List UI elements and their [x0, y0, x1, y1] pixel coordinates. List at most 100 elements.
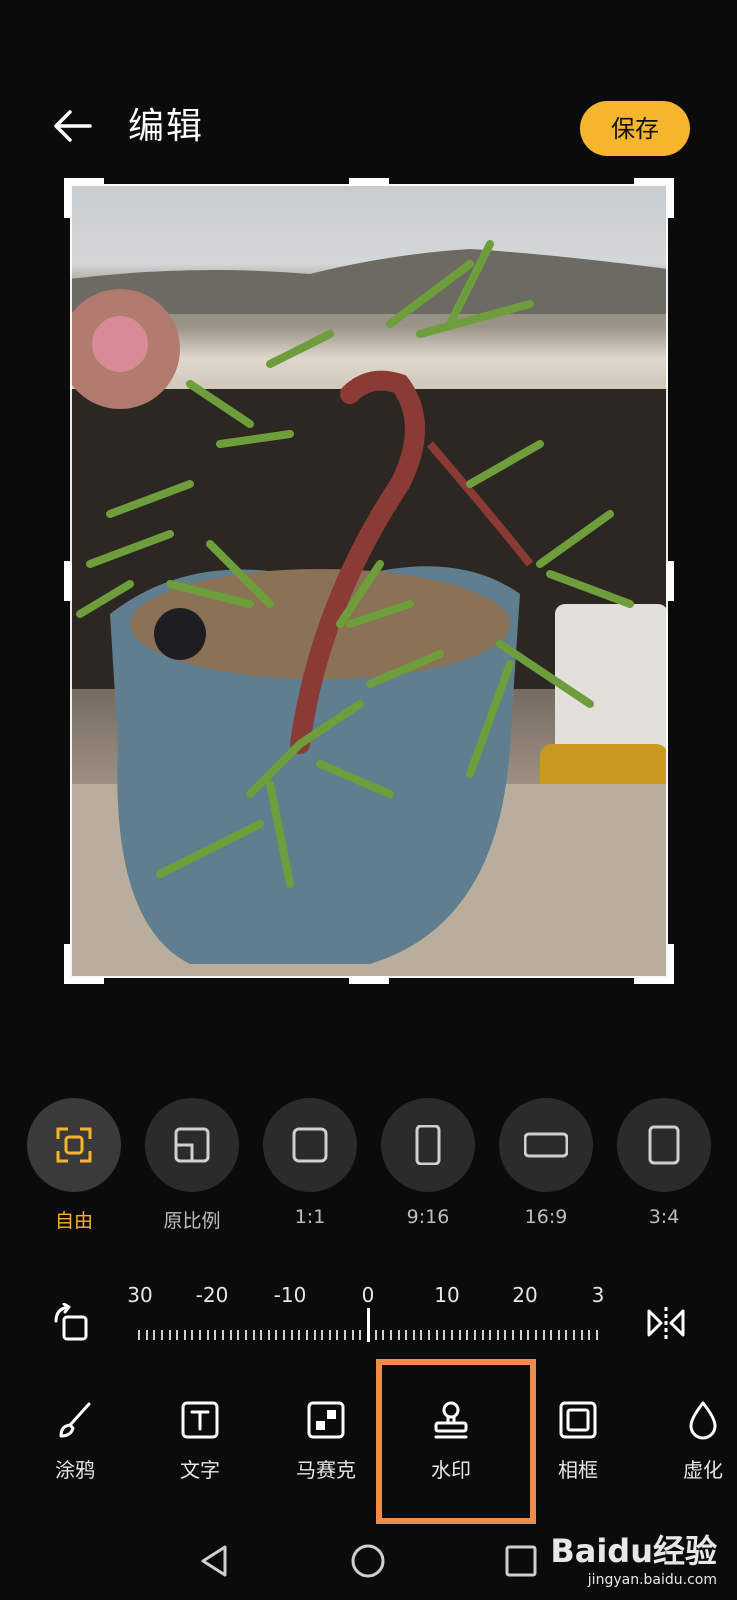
ruler-tick [145, 1330, 148, 1340]
ratio-original-button[interactable] [145, 1098, 239, 1192]
ratio-1-1[interactable]: 1:1 [263, 1098, 357, 1228]
ruler-tick [489, 1330, 492, 1340]
ruler-tick [305, 1330, 308, 1340]
ratio-free[interactable]: 自由 [27, 1098, 121, 1233]
three-four-ratio-icon [648, 1125, 680, 1165]
watermark-url: jingyan.baidu.com [587, 1572, 717, 1588]
ruler-tick [565, 1330, 568, 1340]
ruler-tick [244, 1330, 247, 1340]
ruler-tick [519, 1330, 522, 1340]
nav-back-icon[interactable] [195, 1541, 235, 1581]
ruler-label: 3 [591, 1283, 605, 1307]
nav-home-icon[interactable] [348, 1541, 388, 1581]
ruler-tick [283, 1330, 286, 1340]
save-button[interactable]: 保存 [580, 101, 690, 156]
frame-icon [559, 1401, 597, 1439]
flip-icon[interactable] [646, 1305, 686, 1341]
ruler-tick [138, 1330, 140, 1340]
brush-icon [59, 1402, 91, 1438]
ruler-tick [336, 1330, 339, 1340]
crop-handle-top-right[interactable] [634, 178, 674, 218]
page-title: 编辑 [128, 106, 205, 147]
ruler-tick [443, 1330, 446, 1340]
ruler-tick [557, 1330, 560, 1340]
ruler-tick [359, 1330, 362, 1340]
tool-blur-label: 虚化 [683, 1458, 723, 1482]
crop-handle-top[interactable] [349, 178, 389, 186]
square-ratio-icon [292, 1127, 328, 1163]
ruler-tick [374, 1330, 377, 1340]
portrait-ratio-icon [415, 1125, 441, 1165]
ruler-tick [321, 1330, 324, 1340]
ruler-tick [160, 1330, 163, 1340]
ratio-16-9-button[interactable] [499, 1098, 593, 1192]
tool-mosaic-label: 马赛克 [296, 1458, 356, 1482]
ratio-3-4[interactable]: 3:4 [617, 1098, 711, 1228]
ruler-tick [496, 1330, 499, 1340]
ruler-tick [344, 1330, 347, 1340]
ratio-9-16-label: 9:16 [406, 1206, 450, 1228]
ruler-tick [397, 1330, 400, 1340]
ruler-tick [298, 1330, 301, 1340]
ruler-tick [542, 1330, 545, 1340]
crop-handle-top-left[interactable] [64, 178, 104, 218]
ruler-tick [382, 1330, 385, 1340]
ruler-label: 20 [512, 1283, 538, 1307]
ruler-tick [458, 1330, 461, 1340]
ruler-tick [168, 1330, 171, 1340]
crop-handle-bottom-left[interactable] [64, 944, 104, 984]
tool-text-label: 文字 [180, 1458, 220, 1482]
ratio-original[interactable]: 原比例 [145, 1098, 239, 1233]
ratio-3-4-button[interactable] [617, 1098, 711, 1192]
ruler-tick [153, 1330, 156, 1340]
landscape-ratio-icon [524, 1132, 568, 1158]
ratio-1-1-button[interactable] [263, 1098, 357, 1192]
text-icon [181, 1401, 219, 1439]
tool-frame[interactable]: 相框 [533, 1400, 623, 1483]
ruler-tick [420, 1330, 423, 1340]
ruler-tick [534, 1330, 537, 1340]
tool-doodle-label: 涂鸦 [55, 1458, 95, 1482]
ruler-tick [328, 1330, 331, 1340]
ruler-label: 0 [361, 1283, 375, 1307]
tool-mosaic[interactable]: 马赛克 [281, 1400, 371, 1483]
mosaic-icon [307, 1401, 345, 1439]
ratio-3-4-label: 3:4 [648, 1206, 680, 1228]
ruler-tick [351, 1330, 354, 1340]
crop-handle-left[interactable] [64, 561, 72, 601]
crop-handle-right[interactable] [666, 561, 674, 601]
ruler-tick [550, 1330, 553, 1340]
rotation-indicator[interactable] [367, 1308, 370, 1342]
crop-handle-bottom-right[interactable] [634, 944, 674, 984]
ratio-free-button[interactable] [27, 1098, 121, 1192]
ratio-16-9-label: 16:9 [524, 1206, 568, 1228]
ruler-tick [221, 1330, 224, 1340]
crop-handle-bottom[interactable] [349, 976, 389, 984]
rotate-icon[interactable] [52, 1303, 92, 1343]
ruler-tick [260, 1330, 263, 1340]
ratio-1-1-label: 1:1 [294, 1206, 326, 1228]
ratio-original-label: 原比例 [163, 1210, 221, 1232]
crop-frame[interactable] [70, 184, 668, 978]
ruler-tick [191, 1330, 194, 1340]
ruler-tick [504, 1330, 507, 1340]
tool-text[interactable]: 文字 [155, 1400, 245, 1483]
ratio-free-label: 自由 [54, 1210, 93, 1232]
ratio-9-16[interactable]: 9:16 [381, 1098, 475, 1228]
back-arrow-icon[interactable] [50, 104, 94, 148]
nav-recents-icon[interactable] [501, 1541, 541, 1581]
tool-doodle[interactable]: 涂鸦 [30, 1400, 120, 1483]
ruler-tick [313, 1330, 316, 1340]
ruler-tick [214, 1330, 217, 1340]
ruler-tick [473, 1330, 476, 1340]
ruler-tick [176, 1330, 179, 1340]
tool-blur[interactable]: 虚化 [658, 1400, 737, 1483]
ratio-9-16-button[interactable] [381, 1098, 475, 1192]
ruler-tick [527, 1330, 530, 1340]
ruler-tick [435, 1330, 438, 1340]
ruler-tick [588, 1330, 591, 1340]
ruler-tick [405, 1330, 408, 1340]
ratio-16-9[interactable]: 16:9 [499, 1098, 593, 1228]
highlight-box [376, 1359, 536, 1524]
baidu-watermark: Baidu经验 jingyan.baidu.com [550, 1526, 717, 1588]
